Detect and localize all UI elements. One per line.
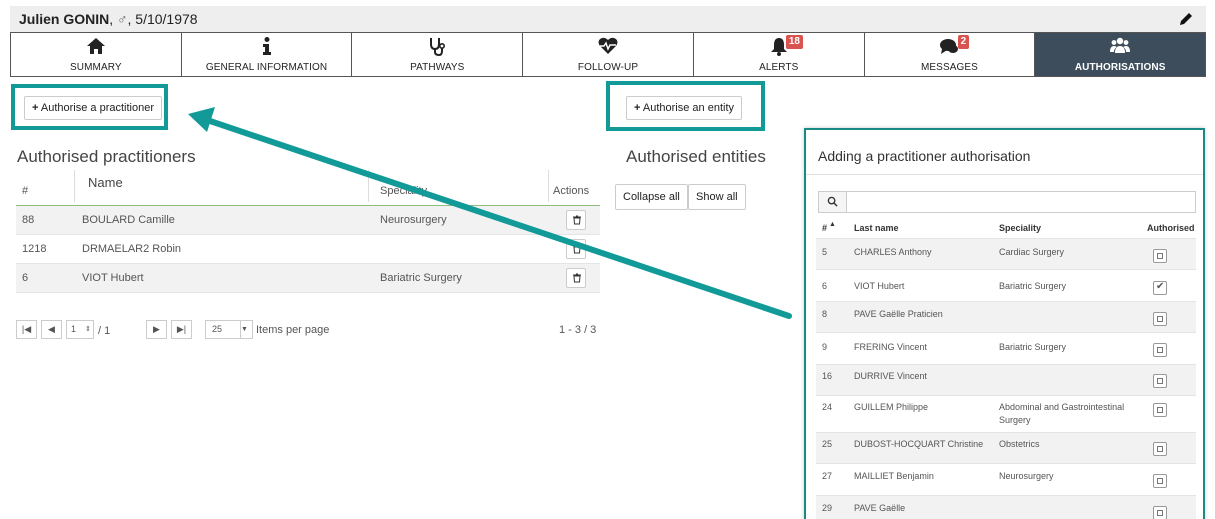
panel-table-header: # ▲ Last name Speciality Authorised <box>822 221 1195 233</box>
trash-icon <box>573 244 581 254</box>
authorised-checkbox[interactable] <box>1153 343 1167 357</box>
search-icon <box>827 196 838 207</box>
table-row: 8 PAVE Gaëlle Praticien <box>816 301 1196 332</box>
items-per-page-select[interactable]: 25 ▼ <box>205 320 253 339</box>
delete-button[interactable] <box>566 239 586 259</box>
table-row: 16 DURRIVE Vincent <box>816 364 1196 395</box>
messages-count-badge: 2 <box>957 35 970 49</box>
patient-identity: Julien GONIN, ♂, 5/10/1978 <box>19 11 198 27</box>
page-total: / 1 <box>98 325 111 337</box>
table-row: 1218 DRMAELAR2 Robin <box>16 235 600 264</box>
collapse-all-button[interactable]: Collapse all <box>615 184 688 210</box>
tab-general-information[interactable]: GENERAL INFORMATION <box>181 33 353 76</box>
first-page-button[interactable]: |◀ <box>16 320 37 339</box>
table-row: 24 GUILLEM Philippe Abdominal and Gastro… <box>816 395 1196 432</box>
authorised-checkbox[interactable] <box>1153 374 1167 388</box>
comments-icon <box>940 39 959 54</box>
next-page-button[interactable]: ▶ <box>146 320 167 339</box>
patient-header: Julien GONIN, ♂, 5/10/1978 <box>10 6 1206 32</box>
tab-authorisations[interactable]: AUTHORISATIONS <box>1035 33 1206 76</box>
table-row: 5 CHARLES Anthony Cardiac Surgery <box>816 238 1196 269</box>
item-range: 1 - 3 / 3 <box>559 324 597 336</box>
patient-dob: 5/10/1978 <box>135 11 198 27</box>
items-per-page-label: Items per page <box>256 324 330 336</box>
practitioner-search <box>818 191 1196 213</box>
tab-pathways[interactable]: PATHWAYS <box>352 33 524 76</box>
search-input[interactable] <box>849 193 1189 211</box>
add-authorisation-panel: Adding a practitioner authorisation # ▲ … <box>804 128 1205 519</box>
plus-icon: + <box>32 102 39 114</box>
table-row: 6 VIOT Hubert Bariatric Surgery <box>16 264 600 293</box>
tab-summary[interactable]: SUMMARY <box>11 33 182 76</box>
authorised-checkbox[interactable] <box>1153 403 1167 417</box>
authorised-checkbox[interactable] <box>1153 312 1167 326</box>
stethoscope-icon <box>430 38 446 56</box>
home-icon <box>86 38 105 54</box>
show-all-button[interactable]: Show all <box>688 184 746 210</box>
panel-title: Adding a practitioner authorisation <box>818 148 1031 164</box>
authorised-checkbox[interactable] <box>1153 474 1167 488</box>
last-page-button[interactable]: ▶| <box>171 320 192 339</box>
alerts-count-badge: 18 <box>785 35 803 49</box>
authorised-checkbox[interactable] <box>1153 506 1167 519</box>
check-icon: ✔ <box>1156 281 1165 292</box>
table-row: 88 BOULARD Camille Neurosurgery <box>16 206 600 235</box>
info-icon <box>262 37 271 55</box>
practitioners-title: Authorised practitioners <box>17 147 196 166</box>
gender-symbol: ♂ <box>117 11 128 27</box>
delete-button[interactable] <box>566 210 586 230</box>
pagination: |◀ ◀ 1 ⇕ / 1 ▶ ▶| 25 ▼ Items per page 1 … <box>16 320 616 342</box>
trash-icon <box>573 215 581 225</box>
table-header: # Name Speciality Actions <box>16 170 600 206</box>
table-row: 6 VIOT Hubert Bariatric Surgery ✔ <box>816 269 1196 301</box>
authorised-checkbox[interactable] <box>1153 249 1167 263</box>
tab-messages[interactable]: 2 MESSAGES <box>864 33 1036 76</box>
authorise-practitioner-button[interactable]: + Authorise a practitioner <box>24 96 163 120</box>
authorised-checkbox[interactable]: ✔ <box>1153 281 1167 295</box>
tab-follow-up[interactable]: FOLLOW-UP <box>523 33 694 76</box>
trash-icon <box>573 273 581 283</box>
table-row: 9 FRERING Vincent Bariatric Surgery <box>816 332 1196 364</box>
delete-button[interactable] <box>566 268 586 288</box>
sort-asc-icon: ▲ <box>829 221 836 228</box>
authorised-checkbox[interactable] <box>1153 442 1167 456</box>
authorise-entity-button[interactable]: + Authorise an entity <box>626 96 743 120</box>
patient-name: Julien GONIN <box>19 11 110 27</box>
table-row: 25 DUBOST-HOCQUART Christine Obstetrics <box>816 432 1196 463</box>
heartbeat-icon <box>598 37 618 54</box>
users-icon <box>1110 37 1131 53</box>
plus-icon: + <box>634 102 641 114</box>
chevron-down-icon: ▼ <box>240 321 252 338</box>
table-row: 29 PAVE Gaëlle <box>816 495 1196 519</box>
tab-alerts[interactable]: 18 ALERTS <box>693 33 865 76</box>
previous-page-button[interactable]: ◀ <box>41 320 62 339</box>
table-body: 88 BOULARD Camille Neurosurgery 1218 DRM… <box>16 206 600 293</box>
table-row: 27 MAILLIET Benjamin Neurosurgery <box>816 463 1196 495</box>
entities-title: Authorised entities <box>626 147 766 166</box>
page-number-input[interactable]: 1 ⇕ <box>66 320 94 339</box>
practitioners-table: # Name Speciality Actions 88 BOULARD Cam… <box>16 170 600 293</box>
pencil-icon[interactable] <box>1178 11 1194 27</box>
stepper-icon: ⇕ <box>85 326 91 333</box>
main-tabs: SUMMARY GENERAL INFORMATION PATHWAYS FOL… <box>10 32 1206 77</box>
